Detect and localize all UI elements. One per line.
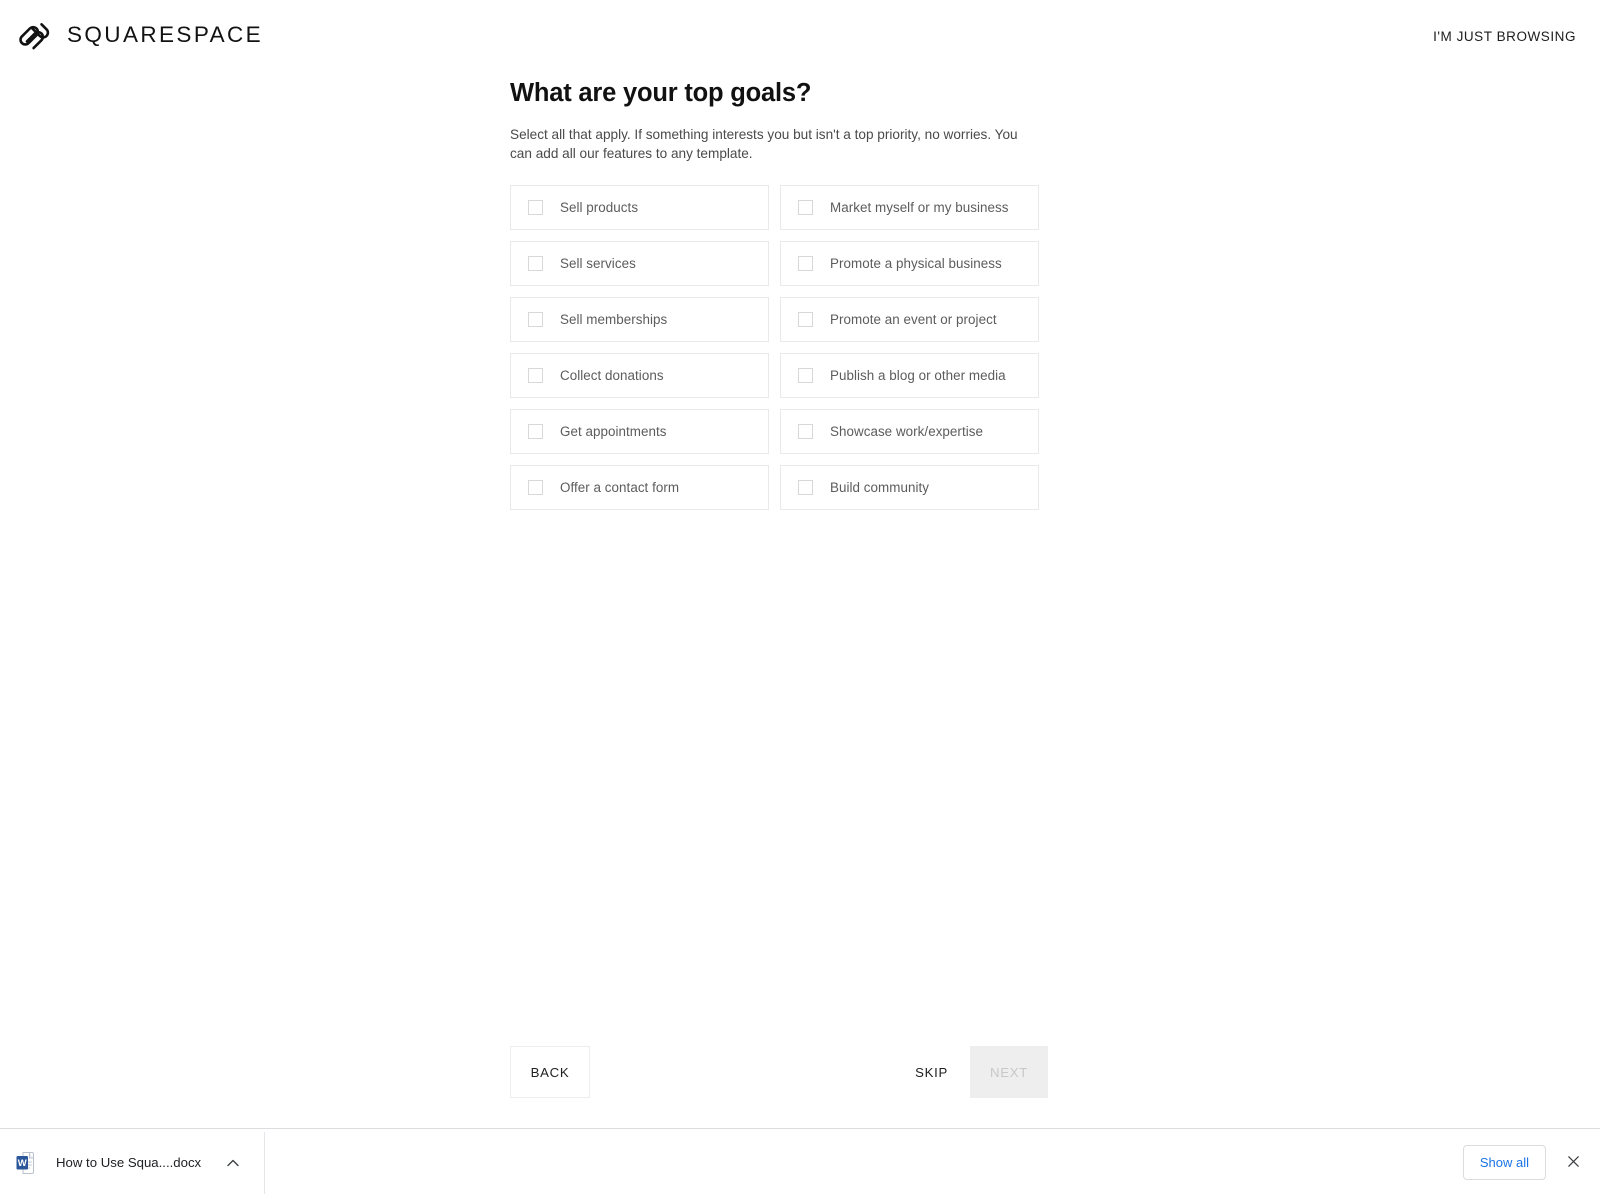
goal-option[interactable]: Sell memberships bbox=[510, 297, 769, 343]
wizard-actions: BACK SKIP NEXT bbox=[510, 1046, 1048, 1098]
next-button[interactable]: NEXT bbox=[970, 1046, 1048, 1098]
goal-option[interactable]: Build community bbox=[780, 465, 1039, 511]
goal-checkbox[interactable] bbox=[798, 480, 813, 496]
download-shelf: W How to Use Squa....docx Show all bbox=[0, 1128, 1600, 1196]
goal-option[interactable]: Promote an event or project bbox=[780, 297, 1039, 343]
word-document-icon: W bbox=[16, 1151, 38, 1175]
download-item[interactable]: W How to Use Squa....docx bbox=[10, 1140, 246, 1186]
close-icon bbox=[1566, 1154, 1581, 1172]
brand: SQUARESPACE bbox=[14, 16, 263, 56]
goal-option[interactable]: Sell products bbox=[510, 185, 769, 231]
back-button[interactable]: BACK bbox=[510, 1046, 590, 1098]
download-shelf-right: Show all bbox=[1462, 1145, 1586, 1180]
actions-right-group: SKIP NEXT bbox=[901, 1046, 1048, 1098]
goal-option[interactable]: Showcase work/expertise bbox=[780, 409, 1039, 455]
goal-checkbox[interactable] bbox=[798, 256, 813, 272]
goal-option-label: Publish a blog or other media bbox=[830, 368, 1006, 384]
goal-option-label: Promote an event or project bbox=[830, 312, 997, 328]
show-all-downloads-button[interactable]: Show all bbox=[1462, 1145, 1546, 1180]
download-file-name: How to Use Squa....docx bbox=[56, 1155, 202, 1170]
page-subtitle: Select all that apply. If something inte… bbox=[510, 126, 1018, 162]
svg-text:W: W bbox=[18, 1158, 27, 1169]
close-download-shelf-button[interactable] bbox=[1560, 1150, 1586, 1176]
goal-checkbox[interactable] bbox=[798, 200, 813, 216]
goal-option-label: Sell products bbox=[560, 200, 639, 216]
goal-option[interactable]: Collect donations bbox=[510, 353, 769, 399]
goal-option[interactable]: Sell services bbox=[510, 241, 769, 287]
skip-button[interactable]: SKIP bbox=[901, 1046, 970, 1098]
goal-option-label: Collect donations bbox=[560, 368, 664, 384]
goal-option[interactable]: Publish a blog or other media bbox=[780, 353, 1039, 399]
goal-option-label: Sell memberships bbox=[560, 312, 668, 328]
goal-checkbox[interactable] bbox=[798, 424, 813, 440]
goal-option-label: Promote a physical business bbox=[830, 256, 1002, 272]
goal-option[interactable]: Get appointments bbox=[510, 409, 769, 455]
goal-option-label: Market myself or my business bbox=[830, 200, 1009, 216]
goal-option[interactable]: Market myself or my business bbox=[780, 185, 1039, 231]
goal-checkbox[interactable] bbox=[528, 312, 543, 328]
goal-option[interactable]: Promote a physical business bbox=[780, 241, 1039, 287]
page-title: What are your top goals? bbox=[510, 79, 812, 107]
chevron-up-icon[interactable] bbox=[224, 1154, 242, 1172]
goal-checkbox[interactable] bbox=[528, 424, 543, 440]
goal-checkbox[interactable] bbox=[528, 480, 543, 496]
goal-option-label: Offer a contact form bbox=[560, 480, 680, 496]
onboarding-content: What are your top goals? Select all that… bbox=[510, 78, 1040, 511]
download-shelf-divider bbox=[264, 1131, 266, 1194]
im-just-browsing-link[interactable]: I'M JUST BROWSING bbox=[1431, 25, 1578, 48]
goal-option-label: Showcase work/expertise bbox=[830, 424, 983, 440]
download-shelf-left: W How to Use Squa....docx bbox=[10, 1131, 266, 1194]
goal-checkbox[interactable] bbox=[528, 368, 543, 384]
squarespace-logo-icon bbox=[14, 16, 54, 56]
goal-checkbox[interactable] bbox=[798, 312, 813, 328]
app-header: SQUARESPACE I'M JUST BROWSING bbox=[0, 0, 1600, 72]
brand-name: SQUARESPACE bbox=[67, 22, 264, 47]
goal-options-grid: Sell products Market myself or my busines… bbox=[510, 185, 1040, 511]
goal-option-label: Build community bbox=[830, 480, 929, 496]
goal-option-label: Sell services bbox=[560, 256, 636, 272]
goal-option-label: Get appointments bbox=[560, 424, 667, 440]
goal-option[interactable]: Offer a contact form bbox=[510, 465, 769, 511]
goal-checkbox[interactable] bbox=[528, 200, 543, 216]
goal-checkbox[interactable] bbox=[798, 368, 813, 384]
goal-checkbox[interactable] bbox=[528, 256, 543, 272]
